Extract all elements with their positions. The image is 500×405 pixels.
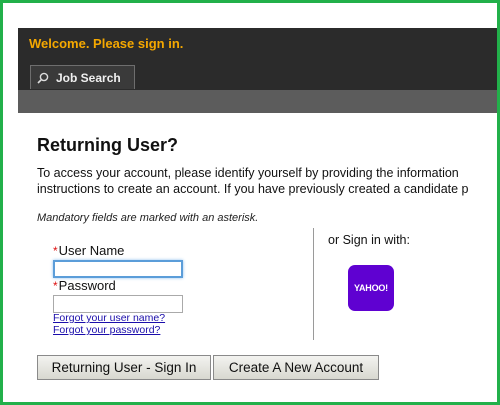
create-account-button[interactable]: Create A New Account bbox=[213, 355, 379, 380]
subnav-bar bbox=[18, 90, 497, 113]
intro-line-1: To access your account, please identify … bbox=[37, 166, 459, 180]
tab-job-search[interactable]: Job Search bbox=[30, 65, 135, 89]
password-label: *Password bbox=[53, 278, 116, 293]
intro-text: To access your account, please identify … bbox=[37, 165, 497, 197]
tab-job-search-label: Job Search bbox=[56, 70, 121, 85]
vertical-divider bbox=[313, 228, 314, 340]
yahoo-logo-text: YAHOO! bbox=[354, 283, 388, 293]
forgot-password-link[interactable]: Forgot your password? bbox=[53, 324, 160, 336]
forgot-username-link[interactable]: Forgot your user name? bbox=[53, 312, 165, 324]
mandatory-note: Mandatory fields are marked with an aste… bbox=[37, 212, 259, 224]
sign-in-button[interactable]: Returning User - Sign In bbox=[37, 355, 211, 380]
page-title: Returning User? bbox=[37, 135, 179, 155]
required-asterisk: * bbox=[53, 244, 58, 258]
password-field[interactable] bbox=[53, 295, 183, 313]
search-icon bbox=[37, 71, 51, 85]
social-signin-label: or Sign in with: bbox=[328, 233, 410, 247]
username-label: *User Name bbox=[53, 243, 124, 258]
username-field[interactable] bbox=[53, 260, 183, 278]
page-frame: Welcome. Please sign in. Job Search Retu… bbox=[0, 0, 500, 405]
welcome-message: Welcome. Please sign in. bbox=[29, 36, 184, 51]
intro-line-2: instructions to create an account. If yo… bbox=[37, 182, 469, 196]
header-bar: Welcome. Please sign in. Job Search bbox=[18, 28, 497, 113]
yahoo-signin-button[interactable]: YAHOO! bbox=[348, 265, 394, 311]
username-label-text: User Name bbox=[58, 243, 125, 258]
required-asterisk: * bbox=[53, 279, 58, 293]
password-label-text: Password bbox=[58, 278, 116, 293]
